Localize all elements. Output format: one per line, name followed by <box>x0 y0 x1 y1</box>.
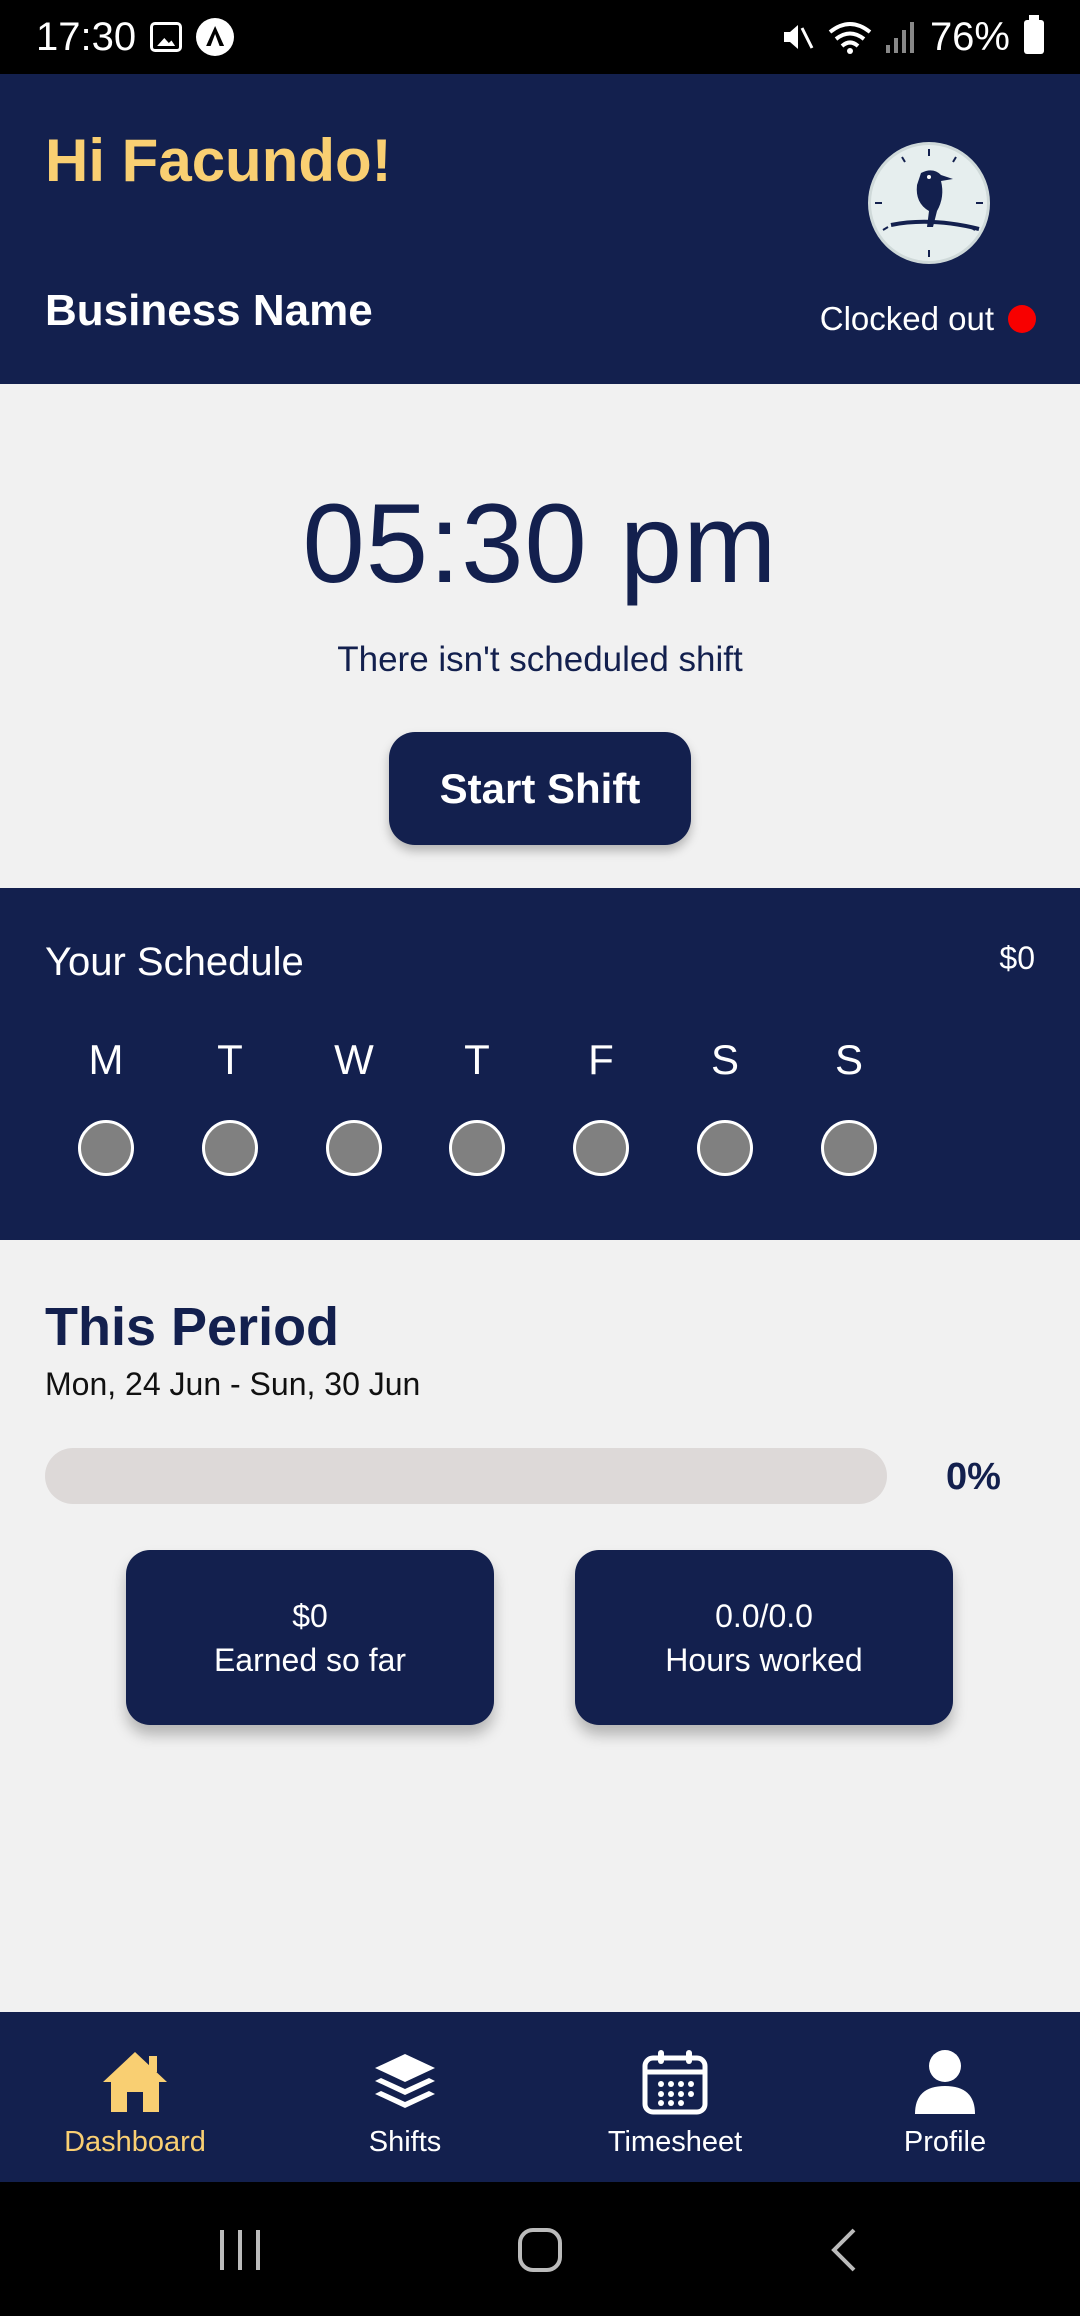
battery-icon <box>1024 15 1044 54</box>
day-letter: W <box>334 1036 374 1083</box>
day-friday[interactable]: F <box>561 1036 641 1176</box>
bottom-navigation: Dashboard Shifts Timesheet Profile <box>0 2012 1080 2182</box>
app-notification-icon <box>196 18 235 56</box>
schedule-title: Your Schedule <box>45 940 304 984</box>
day-status-dot <box>202 1120 258 1176</box>
day-thursday[interactable]: T <box>437 1036 517 1176</box>
schedule-section: Your Schedule $0 M T W T F S S <box>0 888 1080 1240</box>
day-letter: F <box>588 1036 614 1083</box>
day-tuesday[interactable]: T <box>190 1036 270 1176</box>
day-status-dot <box>78 1120 134 1176</box>
day-letter: M <box>88 1036 124 1083</box>
day-status-dot <box>449 1120 505 1176</box>
status-indicator-dot <box>1008 305 1036 333</box>
period-progress-bar <box>45 1448 887 1504</box>
greeting: Hi Facundo! <box>45 127 392 194</box>
shift-message: There isn't scheduled shift <box>337 640 743 679</box>
nav-label: Profile <box>903 2126 987 2158</box>
nav-profile[interactable]: Profile <box>810 2012 1080 2182</box>
hours-value: 0.0/0.0 <box>715 1597 813 1634</box>
day-sunday[interactable]: S <box>809 1036 889 1176</box>
period-date-range: Mon, 24 Jun - Sun, 30 Jun <box>45 1366 421 1402</box>
schedule-amount: $0 <box>999 940 1035 976</box>
day-letter: S <box>834 1036 863 1083</box>
back-icon[interactable] <box>826 2226 862 2274</box>
day-monday[interactable]: M <box>66 1036 146 1176</box>
company-logo[interactable] <box>868 142 990 264</box>
header: Hi Facundo! Business Name Clocked out <box>0 74 1080 384</box>
business-name: Business Name <box>45 286 373 335</box>
home-button-icon[interactable] <box>516 2226 564 2274</box>
status-bar: 17:30 76% <box>0 0 1080 74</box>
day-status-dot <box>821 1120 877 1176</box>
nav-label: Shifts <box>368 2126 442 2158</box>
gallery-notification-icon <box>150 22 183 52</box>
earned-value: $0 <box>292 1597 328 1634</box>
home-icon <box>103 2052 167 2112</box>
battery-percent: 76% <box>929 14 1010 59</box>
kookaburra-clock-logo <box>875 149 983 257</box>
nav-label: Timesheet <box>607 2126 743 2158</box>
earned-label: Earned so far <box>213 1641 407 1678</box>
system-navigation-bar <box>0 2182 1080 2316</box>
nav-label: Dashboard <box>64 2126 206 2158</box>
day-status-dot <box>326 1120 382 1176</box>
day-status-dot <box>697 1120 753 1176</box>
recent-apps-icon[interactable] <box>216 2228 264 2272</box>
period-title: This Period <box>45 1297 340 1357</box>
clock-area: 05:30 pm There isn't scheduled shift Sta… <box>0 384 1080 888</box>
earned-card[interactable]: $0 Earned so far <box>126 1550 494 1725</box>
day-letter: T <box>217 1036 243 1083</box>
nav-dashboard[interactable]: Dashboard <box>0 2012 270 2182</box>
day-letter: S <box>710 1036 739 1083</box>
nav-shifts[interactable]: Shifts <box>270 2012 540 2182</box>
start-shift-button[interactable]: Start Shift <box>389 732 691 845</box>
day-wednesday[interactable]: W <box>314 1036 394 1176</box>
progress-percent: 0% <box>946 1456 1001 1498</box>
calendar-icon <box>642 2050 708 2115</box>
status-time: 17:30 <box>36 14 137 59</box>
hours-card[interactable]: 0.0/0.0 Hours worked <box>575 1550 953 1725</box>
hours-label: Hours worked <box>665 1641 863 1678</box>
day-saturday[interactable]: S <box>685 1036 765 1176</box>
mute-icon <box>783 25 814 49</box>
user-icon <box>915 2050 975 2114</box>
wifi-icon <box>828 22 872 54</box>
day-status-dot <box>573 1120 629 1176</box>
layers-icon <box>375 2054 435 2108</box>
signal-icon <box>885 22 914 53</box>
day-letter: T <box>464 1036 490 1083</box>
current-time: 05:30 pm <box>302 481 778 606</box>
clock-status-label: Clocked out <box>819 300 994 337</box>
nav-timesheet[interactable]: Timesheet <box>540 2012 810 2182</box>
period-section: This Period Mon, 24 Jun - Sun, 30 Jun 0%… <box>0 1240 1080 2012</box>
clock-status: Clocked out <box>820 300 1036 338</box>
